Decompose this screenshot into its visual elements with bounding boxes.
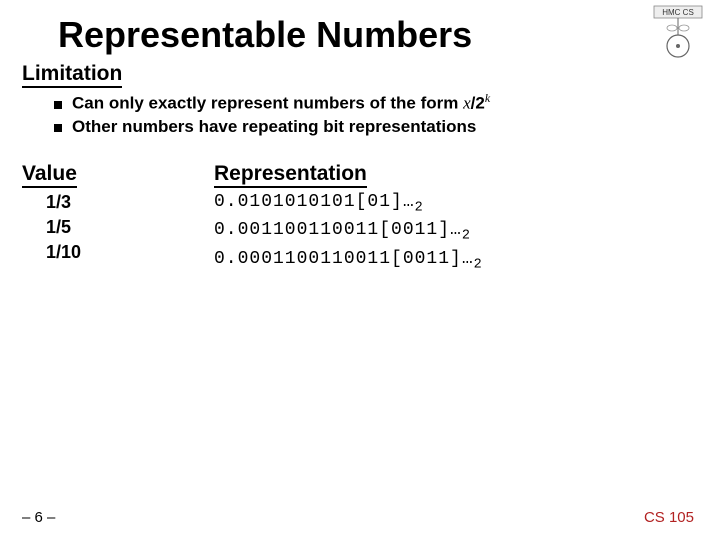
repr-subscript: 2 <box>462 229 470 244</box>
math-sup-k: k <box>485 91 490 105</box>
repr-digits: 0.001100110011[0011]… <box>214 220 462 240</box>
bullet-text: /2 <box>471 94 485 113</box>
heading-representation: Representation <box>214 162 367 188</box>
value-cell: 1/10 <box>46 240 81 265</box>
square-bullet-icon <box>54 124 62 132</box>
course-label: CS 105 <box>644 509 694 526</box>
bullet-list: Can only exactly represent numbers of th… <box>54 90 490 139</box>
value-cell: 1/3 <box>46 190 81 215</box>
repr-digits: 0.0001100110011[0011]… <box>214 249 474 269</box>
bullet-item: Other numbers have repeating bit represe… <box>54 116 490 139</box>
value-cell: 1/5 <box>46 215 81 240</box>
repr-subscript: 2 <box>415 201 423 216</box>
math-var-x: x <box>463 94 471 113</box>
repr-cell: 0.001100110011[0011]…2 <box>214 218 482 246</box>
value-column: 1/3 1/5 1/10 <box>46 190 81 266</box>
heading-limitation: Limitation <box>22 62 122 88</box>
page-title: Representable Numbers <box>58 14 472 56</box>
repr-cell: 0.0001100110011[0011]…2 <box>214 247 482 275</box>
logo-hmc-cs: HMC CS <box>648 4 708 60</box>
repr-digits: 0.0101010101[01]… <box>214 192 415 212</box>
page-number: – 6 – <box>22 509 55 526</box>
bullet-item: Can only exactly represent numbers of th… <box>54 90 490 116</box>
heading-value: Value <box>22 162 77 188</box>
bullet-text: Other numbers have repeating bit represe… <box>72 116 476 139</box>
square-bullet-icon <box>54 101 62 109</box>
repr-cell: 0.0101010101[01]…2 <box>214 190 482 218</box>
logo-text: HMC CS <box>662 8 694 17</box>
repr-subscript: 2 <box>474 258 482 273</box>
bullet-text: Can only exactly represent numbers of th… <box>72 94 463 113</box>
representation-column: 0.0101010101[01]…2 0.001100110011[0011]…… <box>214 190 482 275</box>
